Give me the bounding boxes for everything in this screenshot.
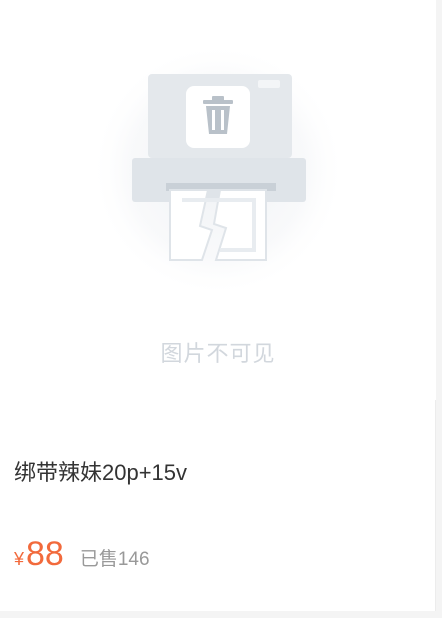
price-row: ¥ 88 已售146: [14, 532, 150, 576]
card-separator: [0, 611, 442, 618]
product-card[interactable]: 图片不可见 绑带辣妹20p+15v ¥ 88 已售146: [0, 0, 436, 611]
product-title[interactable]: 绑带辣妹20p+15v: [14, 455, 187, 487]
sold-count: 已售146: [79, 549, 150, 570]
product-image-placeholder[interactable]: 图片不可见: [0, 0, 436, 400]
image-unavailable-icon: [90, 42, 346, 298]
product-price: 88: [26, 535, 64, 573]
image-unavailable-text: 图片不可见: [160, 341, 276, 366]
currency-symbol: ¥: [14, 549, 25, 569]
